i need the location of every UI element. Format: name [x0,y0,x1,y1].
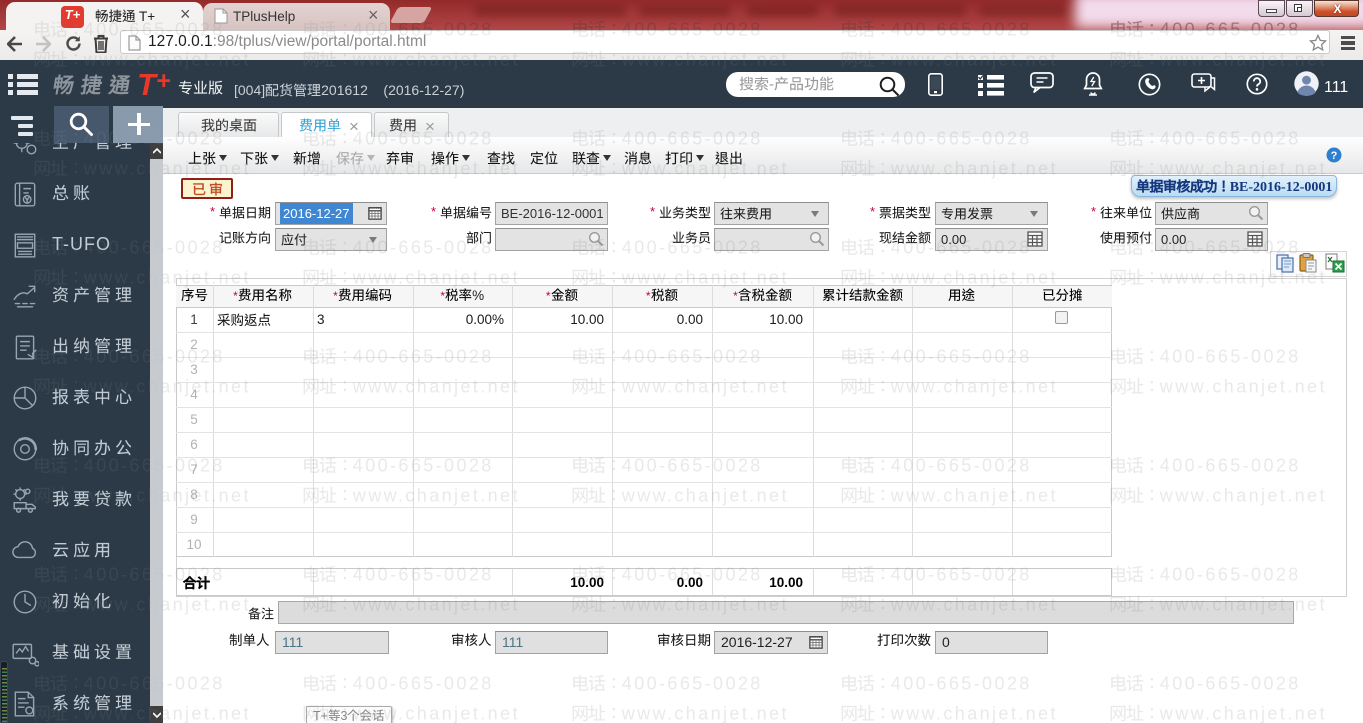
svg-text:?: ? [1331,150,1338,162]
